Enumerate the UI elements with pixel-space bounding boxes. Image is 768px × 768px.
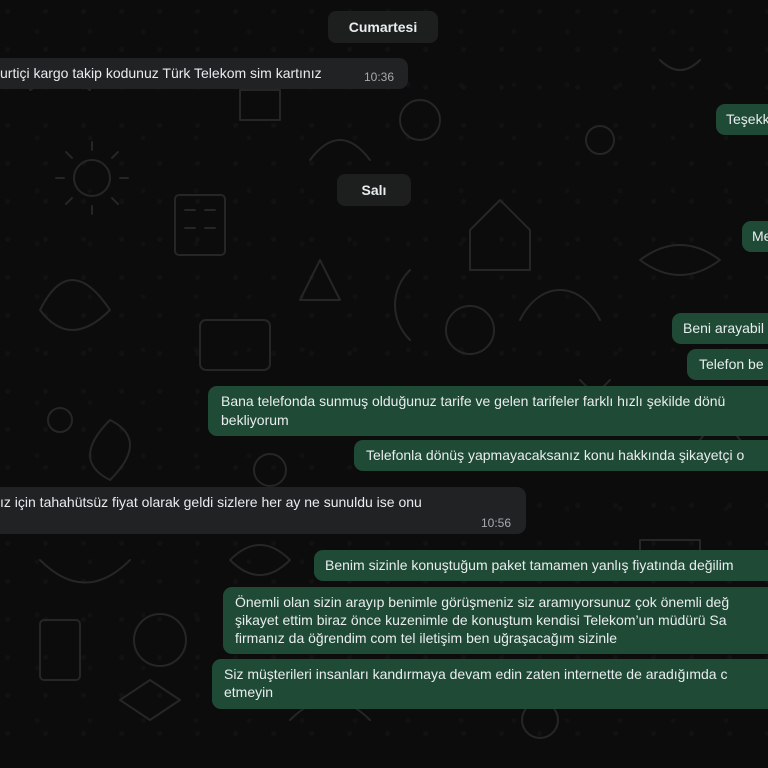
- date-separator-tuesday: Salı: [337, 174, 411, 206]
- message-outgoing-wrong-price[interactable]: Benim sizinle konuştuğum paket tamamen y…: [314, 550, 768, 581]
- message-outgoing-thanks[interactable]: Teşekk: [716, 104, 768, 135]
- message-incoming-price[interactable]: ız için tahahütsüz fiyat olarak geldi si…: [0, 487, 526, 534]
- message-text: Benim sizinle konuştuğum paket tamamen y…: [325, 557, 734, 573]
- message-outgoing-tariff[interactable]: Bana telefonda sunmuş olduğunuz tarife v…: [208, 386, 768, 436]
- message-outgoing-important-call[interactable]: Önemli olan sizin arayıp benimle görüşme…: [223, 587, 768, 654]
- message-outgoing-truncated[interactable]: Me: [742, 221, 768, 252]
- message-text: Telefon be: [699, 356, 764, 372]
- message-text-line-3: firmanız da öğrendim com tel iletişim be…: [235, 630, 618, 646]
- message-text-line-2: bekliyorum: [221, 412, 289, 428]
- message-outgoing-deceive[interactable]: Siz müşterileri insanları kandırmaya dev…: [212, 659, 768, 709]
- message-text-line-2: şikayet ettim biraz önce kuzenimle de ko…: [235, 612, 727, 628]
- message-outgoing-phone[interactable]: Telefon be: [687, 349, 768, 380]
- message-text: ız için tahahütsüz fiyat olarak geldi si…: [0, 494, 422, 510]
- message-incoming-cargo-code[interactable]: urtiçi kargo takip kodunuz Türk Telekom …: [0, 58, 408, 89]
- message-time: 10:36: [364, 70, 395, 84]
- message-outgoing-complaint[interactable]: Telefonla dönüş yapmayacaksanız konu hak…: [354, 440, 768, 471]
- message-text: Teşekk: [726, 111, 768, 127]
- date-separator-saturday: Cumartesi: [328, 11, 438, 43]
- message-time: 10:56: [481, 516, 512, 530]
- message-text-line-1: Siz müşterileri insanları kandırmaya dev…: [224, 666, 728, 682]
- message-outgoing-call-me[interactable]: Beni arayabil: [672, 313, 768, 344]
- message-text: Beni arayabil: [683, 320, 764, 336]
- message-text: urtiçi kargo takip kodunuz Türk Telekom …: [0, 65, 322, 81]
- message-text: Telefonla dönüş yapmayacaksanız konu hak…: [366, 447, 745, 463]
- chat-panel[interactable]: Cumartesi Salı urtiçi kargo takip kodunu…: [0, 0, 768, 768]
- message-text-line-1: Bana telefonda sunmuş olduğunuz tarife v…: [221, 393, 726, 409]
- message-text-line-1: Önemli olan sizin arayıp benimle görüşme…: [235, 594, 730, 610]
- message-text: Me: [752, 228, 768, 244]
- message-text-line-2: etmeyin: [224, 684, 274, 700]
